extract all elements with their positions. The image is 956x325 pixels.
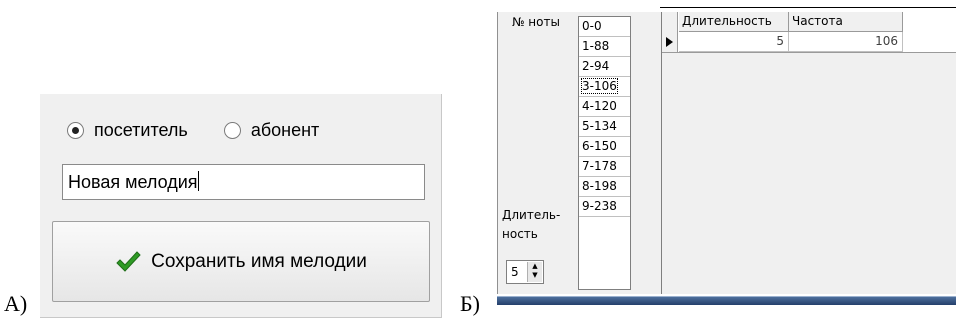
notes-listbox[interactable]: 0-0 1-88 2-94 3-106 4-120 5-134 6-150 7-…: [578, 16, 631, 290]
checkmark-icon: [115, 250, 141, 274]
list-item[interactable]: 8-198: [579, 177, 630, 197]
duration-spinner-value: 5: [511, 265, 519, 279]
grid-empty-area: [662, 52, 956, 294]
list-item[interactable]: 1-88: [579, 37, 630, 57]
melody-name-input[interactable]: Новая мелодия: [62, 164, 425, 200]
list-item[interactable]: 9-238: [579, 197, 630, 217]
duration-spinner[interactable]: 5 ▲ ▼: [506, 260, 544, 284]
spin-down-icon[interactable]: ▼: [528, 271, 542, 280]
spin-up-icon[interactable]: ▲: [528, 262, 542, 271]
figure-label-b: Б): [460, 291, 480, 316]
melody-name-panel: посетитель абонент Новая мелодия Сохрани…: [40, 94, 442, 318]
save-button-label: Сохранить имя мелодии: [151, 250, 367, 272]
list-item[interactable]: 6-150: [579, 137, 630, 157]
radio-subscriber[interactable]: [223, 122, 241, 139]
window-bottom-edge: [497, 294, 956, 325]
heading-underline: [660, 7, 956, 8]
note-number-label: № ноты: [512, 15, 560, 29]
current-row-icon: [666, 37, 673, 47]
radio-subscriber-label[interactable]: абонент: [251, 120, 319, 141]
save-melody-name-button[interactable]: Сохранить имя мелодии: [52, 221, 430, 302]
cropped-heading: [0, 0, 956, 8]
note-editor-panel: № ноты 0-0 1-88 2-94 3-106 4-120 5-134 6…: [497, 12, 956, 294]
list-item[interactable]: 5-134: [579, 117, 630, 137]
user-type-radio-group: посетитель абонент: [67, 120, 319, 141]
melody-name-value: Новая мелодия: [68, 172, 198, 192]
figure-label-a: А): [4, 291, 28, 316]
table-cell-frequency[interactable]: 106: [789, 32, 903, 52]
radio-visitor-label[interactable]: посетитель: [94, 120, 188, 141]
list-item[interactable]: 2-94: [579, 57, 630, 77]
list-item[interactable]: 0-0: [579, 17, 630, 37]
column-header-frequency[interactable]: Частота: [789, 12, 903, 32]
radio-visitor[interactable]: [67, 122, 84, 139]
table-cell-duration[interactable]: 5: [679, 32, 789, 52]
text-caret: [197, 171, 199, 191]
list-item[interactable]: 4-120: [579, 97, 630, 117]
note-data-grid: Длительность Частота 5 106: [661, 12, 956, 294]
column-header-duration[interactable]: Длительность: [679, 12, 789, 32]
spinner-arrows[interactable]: ▲ ▼: [527, 262, 542, 282]
duration-label: Длитель- ность: [502, 208, 561, 241]
list-item-focused[interactable]: 3-106: [579, 77, 630, 97]
list-item[interactable]: 7-178: [579, 157, 630, 177]
